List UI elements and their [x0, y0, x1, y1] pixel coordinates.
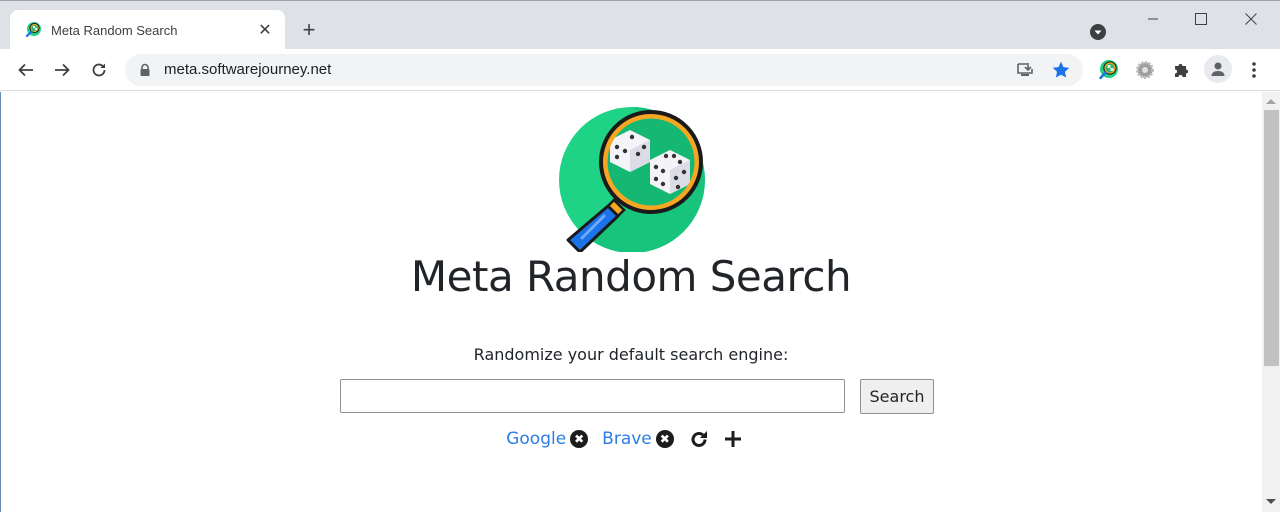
- puzzle-piece-icon: [1175, 64, 1188, 77]
- address-bar[interactable]: meta.softwarejourney.net: [125, 54, 1083, 86]
- forward-arrow-icon: [55, 63, 70, 77]
- profile-avatar-icon: [1211, 62, 1225, 76]
- reload-button[interactable]: [85, 56, 113, 84]
- browser-menu-button[interactable]: [1243, 59, 1265, 81]
- tab-close-icon[interactable]: ✕: [255, 20, 275, 40]
- back-arrow-icon: [18, 63, 33, 77]
- add-engine-icon[interactable]: [722, 428, 744, 450]
- meta-random-search-extension-icon[interactable]: [1097, 59, 1119, 81]
- page-scrollbar[interactable]: [1262, 92, 1280, 512]
- meta-random-search-logo: [559, 107, 705, 252]
- minimize-button[interactable]: [1130, 5, 1176, 33]
- gear-extension-icon[interactable]: [1134, 59, 1156, 81]
- close-window-button[interactable]: [1228, 5, 1274, 33]
- tab-search-icon[interactable]: [1088, 22, 1108, 42]
- profile-button[interactable]: [1204, 55, 1232, 83]
- engine-link-google[interactable]: Google: [506, 429, 566, 449]
- search-button[interactable]: Search: [860, 379, 934, 414]
- maximize-button[interactable]: [1178, 5, 1224, 33]
- remove-brave-icon[interactable]: ✖: [655, 430, 674, 448]
- page-content: Meta Random Search Randomize your defaul…: [0, 92, 1262, 512]
- new-tab-button[interactable]: +: [297, 17, 321, 42]
- url-text[interactable]: meta.softwarejourney.net: [164, 61, 331, 78]
- meta-random-search-icon: [1099, 60, 1118, 80]
- extensions-button[interactable]: [1171, 59, 1193, 81]
- search-engine-list: Google ✖ Brave ✖: [0, 428, 1262, 450]
- remove-google-icon[interactable]: ✖: [570, 430, 589, 448]
- lock-icon[interactable]: [139, 63, 151, 77]
- browser-titlebar: Meta Random Search ✕ +: [0, 0, 1280, 50]
- menu-kebab-icon: [1252, 62, 1256, 78]
- window-left-edge: [0, 92, 1, 512]
- scrollbar-thumb[interactable]: [1264, 110, 1279, 366]
- search-engine-prompt: Randomize your default search engine:: [473, 345, 789, 364]
- refresh-icon[interactable]: [688, 428, 710, 450]
- page-title: Meta Random Search: [410, 252, 852, 301]
- tab-favicon-icon: [25, 22, 41, 38]
- close-window-icon: [1245, 13, 1257, 25]
- browser-toolbar: meta.softwarejourney.net: [0, 49, 1280, 91]
- scroll-up-arrow-icon[interactable]: [1266, 99, 1276, 104]
- scroll-down-arrow-icon[interactable]: [1266, 499, 1276, 504]
- reload-icon: [92, 63, 106, 77]
- engine-link-brave[interactable]: Brave: [602, 429, 652, 449]
- search-input[interactable]: [340, 379, 845, 413]
- install-app-icon[interactable]: [1015, 60, 1035, 80]
- browser-tab-active[interactable]: Meta Random Search ✕: [10, 10, 285, 50]
- bookmark-star-icon[interactable]: [1051, 60, 1071, 80]
- minimize-icon: [1148, 18, 1158, 20]
- maximize-icon: [1195, 13, 1207, 25]
- back-button[interactable]: [12, 56, 40, 84]
- gear-icon: [1136, 61, 1154, 79]
- forward-button[interactable]: [48, 56, 76, 84]
- tab-title: Meta Random Search: [51, 22, 178, 38]
